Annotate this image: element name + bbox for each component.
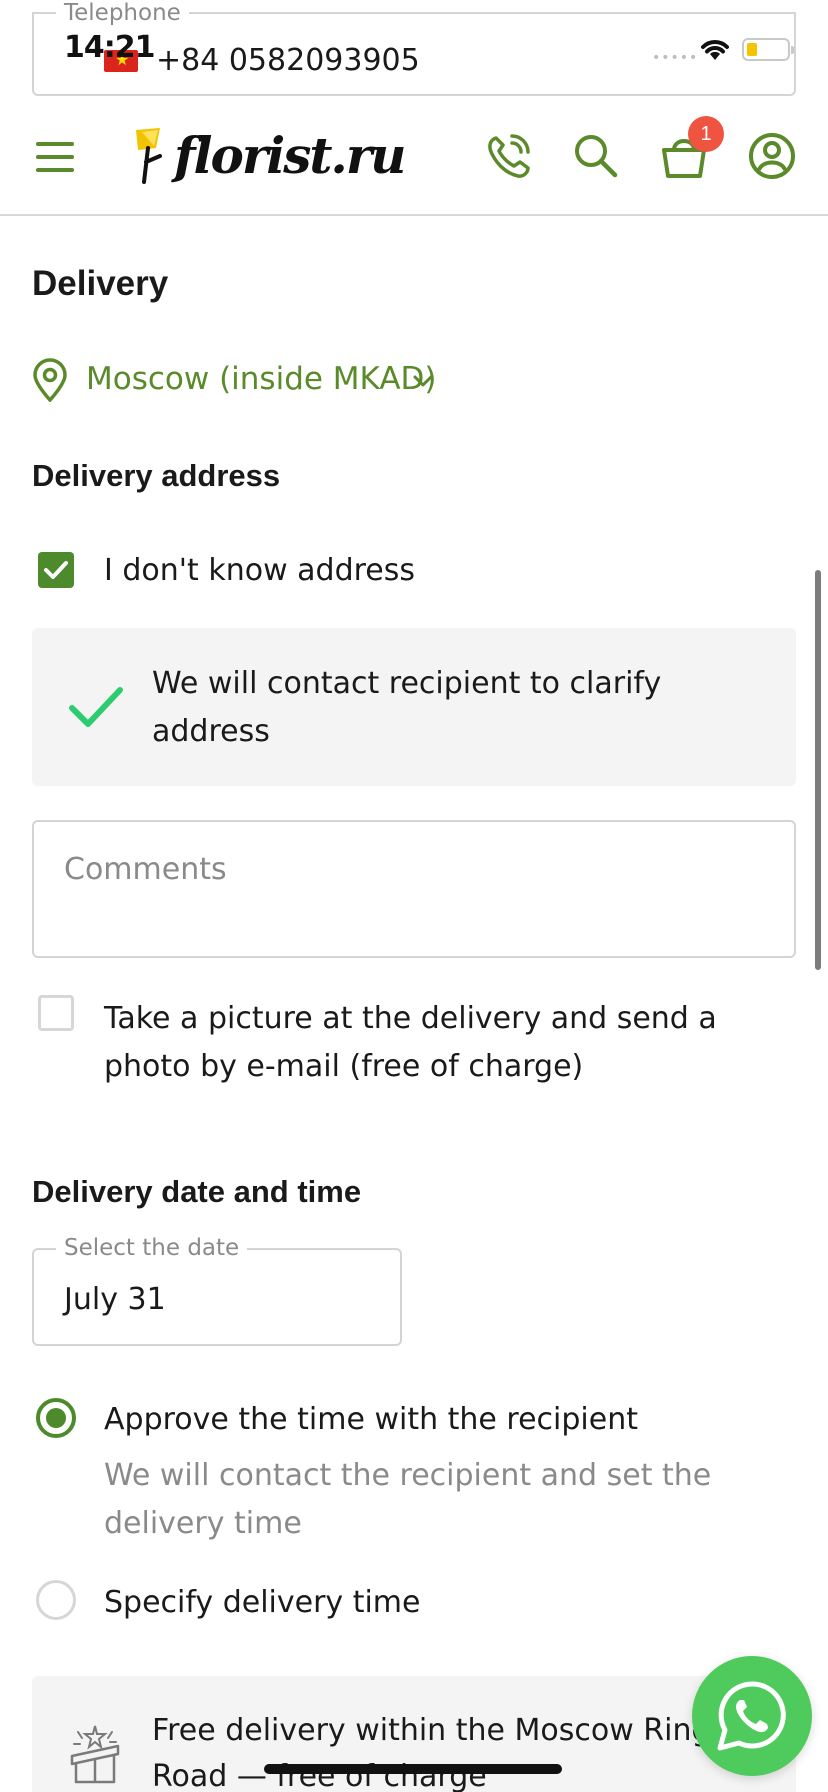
whatsapp-button[interactable] — [692, 1656, 812, 1776]
phone-icon[interactable] — [482, 130, 534, 182]
telephone-label: Telephone — [56, 0, 189, 26]
specify-time-radio[interactable] — [36, 1580, 76, 1620]
delivery-heading: Delivery — [32, 264, 169, 303]
specify-time-label[interactable]: Specify delivery time — [104, 1585, 420, 1620]
scrollbar[interactable] — [815, 570, 821, 970]
photo-delivery-label[interactable]: Take a picture at the delivery and send … — [104, 995, 804, 1091]
unknown-address-label[interactable]: I don't know address — [104, 553, 415, 588]
date-field-label: Select the date — [56, 1235, 248, 1261]
cart-count-badge: 1 — [688, 116, 724, 152]
check-icon — [69, 687, 123, 727]
user-icon[interactable] — [746, 130, 798, 182]
approve-time-description: We will contact the recipient and set th… — [104, 1458, 712, 1541]
photo-delivery-checkbox[interactable] — [38, 995, 74, 1031]
wifi-icon — [701, 40, 729, 60]
menu-icon[interactable] — [36, 142, 74, 172]
approve-time-label[interactable]: Approve the time with the recipient — [104, 1402, 638, 1437]
logo-flower-icon — [136, 128, 162, 184]
gift-box-icon — [70, 1725, 120, 1784]
search-icon[interactable] — [570, 130, 622, 182]
date-value[interactable]: July 31 — [64, 1282, 166, 1317]
status-time: 14:21 — [64, 30, 155, 65]
telephone-value[interactable]: +84 0582093905 — [156, 43, 420, 78]
comments-textarea[interactable] — [32, 820, 796, 958]
signal-icon: ••••• — [652, 50, 699, 66]
checkmark-icon — [44, 561, 68, 579]
logo[interactable]: florist.ru — [174, 126, 407, 185]
info-message: We will contact recipient to clarify add… — [152, 666, 662, 749]
location-pin-icon — [33, 358, 67, 402]
chevron-down-icon[interactable] — [412, 370, 434, 392]
delivery-date-heading: Delivery date and time — [32, 1174, 362, 1209]
home-indicator[interactable] — [264, 1764, 562, 1774]
unknown-address-checkbox[interactable] — [38, 552, 74, 588]
comments-placeholder: Comments — [64, 852, 227, 887]
city-selector[interactable]: Moscow (inside MKAD) — [86, 361, 437, 397]
free-delivery-text: Free delivery within the Moscow Ring Roa… — [152, 1713, 711, 1792]
delivery-address-heading: Delivery address — [32, 458, 281, 493]
battery-icon — [742, 38, 794, 61]
approve-time-radio[interactable] — [36, 1398, 76, 1438]
whatsapp-icon — [717, 1681, 786, 1751]
